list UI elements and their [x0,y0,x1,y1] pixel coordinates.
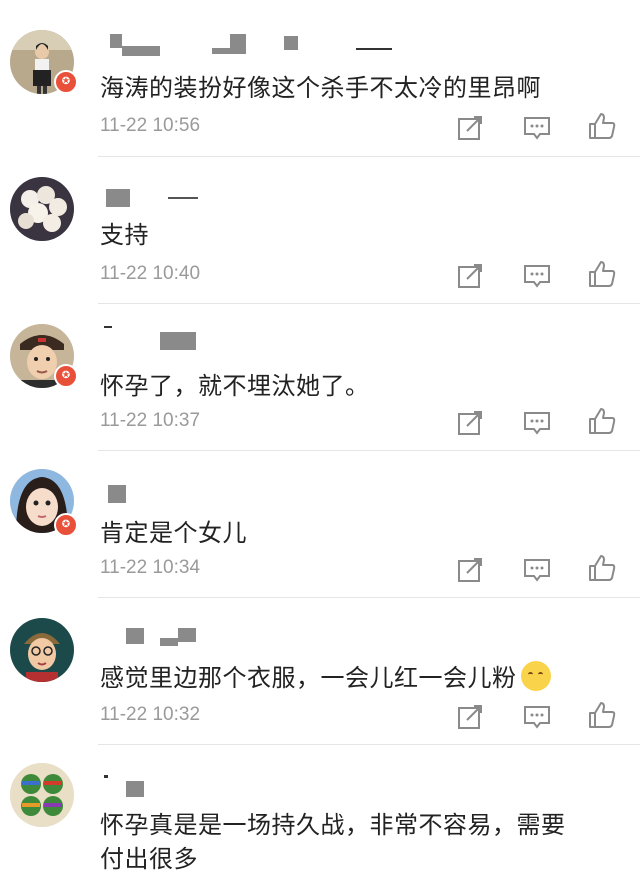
timestamp: 11-22 10:32 [100,704,201,725]
share-icon[interactable] [455,408,485,438]
share-icon[interactable] [455,555,485,585]
comment-icon[interactable] [522,113,552,143]
vip-badge-icon: ✪ [54,513,78,537]
comment-item: 支持 11-22 10:40 [0,157,640,304]
share-icon[interactable] [455,261,485,291]
comment-text: 怀孕真是是一场持久战，非常不容易，需要 [100,811,566,839]
thinking-emoji [520,661,551,691]
comment-text-continued: 付出很多 [100,845,198,873]
vip-badge-icon: ✪ [54,364,78,388]
username-redacted [100,179,400,207]
username-redacted [100,473,400,503]
thumbs-up-icon[interactable] [587,111,617,141]
comment-text: 海涛的装扮好像这个杀手不太冷的里昂啊 [100,74,541,102]
username-redacted [100,32,400,56]
username-redacted [100,620,400,646]
thumbs-up-icon[interactable] [587,259,617,289]
timestamp: 11-22 10:37 [100,410,201,431]
thumbs-up-icon[interactable] [587,700,617,730]
comment-icon[interactable] [522,555,552,585]
thumbs-up-icon[interactable] [587,406,617,436]
comment-item: ✪ 海涛的装扮好像这个杀手不太冷的里昂啊 11-22 10:56 [0,0,640,157]
avatar[interactable] [10,177,74,241]
thumbs-up-icon[interactable] [587,553,617,583]
timestamp: 11-22 10:56 [100,115,201,136]
comment-feed: ✪ 海涛的装扮好像这个杀手不太冷的里昂啊 11-22 10:56 支持 11-2… [0,0,640,873]
username-redacted [100,326,400,350]
username-redacted [100,767,400,797]
comment-icon[interactable] [522,261,552,291]
timestamp: 11-22 10:40 [100,263,201,284]
share-icon[interactable] [455,702,485,732]
comment-text: 怀孕了，就不埋汰她了。 [100,372,370,400]
comment-text: 支持 [100,221,149,249]
comment-text: 肯定是个女儿 [100,519,247,547]
comment-item: ✪ 怀孕了，就不埋汰她了。 11-22 10:37 [0,304,640,451]
comment-text: 感觉里边那个衣服，一会儿红一会儿粉 [100,658,551,693]
comment-item: 怀孕真是是一场持久战，非常不容易，需要 付出很多 [0,745,640,873]
comment-icon[interactable] [522,408,552,438]
avatar[interactable] [10,763,74,827]
comment-icon[interactable] [522,702,552,732]
share-icon[interactable] [455,113,485,143]
comment-item: ✪ 肯定是个女儿 11-22 10:34 [0,451,640,598]
vip-badge-icon: ✪ [54,70,78,94]
comment-item: 感觉里边那个衣服，一会儿红一会儿粉 11-22 10:32 [0,598,640,745]
timestamp: 11-22 10:34 [100,557,201,578]
avatar[interactable] [10,618,74,682]
